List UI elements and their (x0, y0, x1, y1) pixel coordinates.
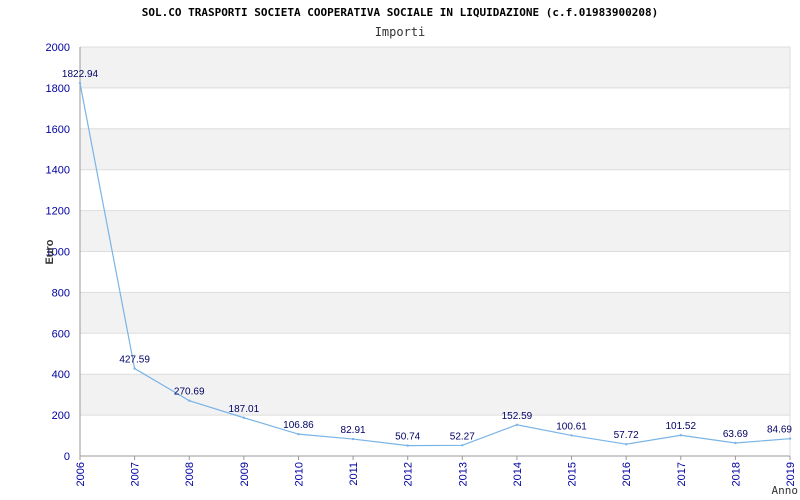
data-label: 106.86 (283, 420, 314, 431)
data-label: 152.59 (502, 411, 533, 422)
data-point (515, 423, 519, 426)
y-axis-title: Euro (44, 239, 56, 264)
data-point (242, 416, 246, 419)
x-tick-label: 2010 (293, 462, 305, 486)
x-tick-label: 2017 (676, 462, 688, 486)
data-point (406, 444, 409, 447)
y-tick-label: 1800 (46, 83, 70, 95)
data-point (624, 442, 628, 446)
x-tick-label: 2006 (75, 462, 87, 486)
data-label: 187.01 (229, 404, 260, 415)
data-label: 270.69 (174, 387, 205, 398)
grid-band (80, 333, 790, 375)
data-point (78, 82, 82, 85)
y-tick-label: 600 (52, 328, 70, 340)
grid-band (80, 47, 790, 88)
x-tick-label: 2016 (621, 462, 633, 486)
x-tick-label: 2014 (512, 462, 524, 486)
data-point (570, 434, 573, 437)
x-tick-label: 2019 (785, 462, 797, 486)
data-label: 84.69 (767, 425, 792, 436)
data-point (297, 432, 300, 436)
y-tick-label: 2000 (46, 42, 70, 54)
grid-band (80, 251, 790, 293)
data-label: 52.27 (450, 431, 475, 442)
grid-band (80, 87, 790, 129)
x-tick-label: 2013 (457, 462, 469, 486)
grid-band (80, 210, 790, 252)
x-tick-label: 2007 (130, 462, 142, 486)
data-label: 50.74 (395, 432, 420, 443)
x-tick-label: 2012 (403, 462, 415, 486)
x-tick-label: 2009 (239, 462, 251, 486)
x-tick-label: 2011 (348, 462, 360, 486)
line-chart: 0200400600800100012001400160018002000 20… (44, 42, 799, 497)
y-tick-label: 1600 (46, 124, 70, 136)
y-tick-label: 400 (52, 369, 70, 381)
data-point (133, 367, 136, 370)
grid-band (80, 292, 790, 334)
data-label: 427.59 (119, 355, 150, 366)
y-tick-label: 0 (64, 451, 70, 463)
data-point (351, 437, 355, 441)
data-point (788, 437, 792, 440)
data-label: 63.69 (723, 429, 748, 440)
data-label: 100.61 (556, 421, 587, 432)
x-tick-label: 2015 (567, 462, 579, 486)
grid-band (80, 169, 790, 211)
data-point (679, 434, 682, 437)
data-label: 57.72 (614, 430, 639, 441)
x-tick-label: 2008 (184, 462, 196, 486)
data-point (734, 441, 737, 445)
x-axis-title: Anno (772, 484, 799, 497)
grid-band (80, 128, 790, 170)
x-tick-label: 2018 (730, 462, 742, 486)
data-label: 1822.94 (62, 69, 99, 80)
y-tick-label: 1200 (46, 206, 70, 218)
data-point (461, 444, 464, 447)
data-label: 82.91 (341, 425, 366, 436)
y-tick-label: 1400 (46, 165, 70, 177)
data-label: 101.52 (665, 421, 696, 432)
x-tick-labels: 2006 2007 2008 2009 2010 2011 2012 2013 2014 2015… (75, 462, 797, 486)
data-point (188, 399, 191, 402)
y-tick-label: 800 (52, 287, 70, 299)
y-tick-label: 200 (52, 410, 70, 422)
